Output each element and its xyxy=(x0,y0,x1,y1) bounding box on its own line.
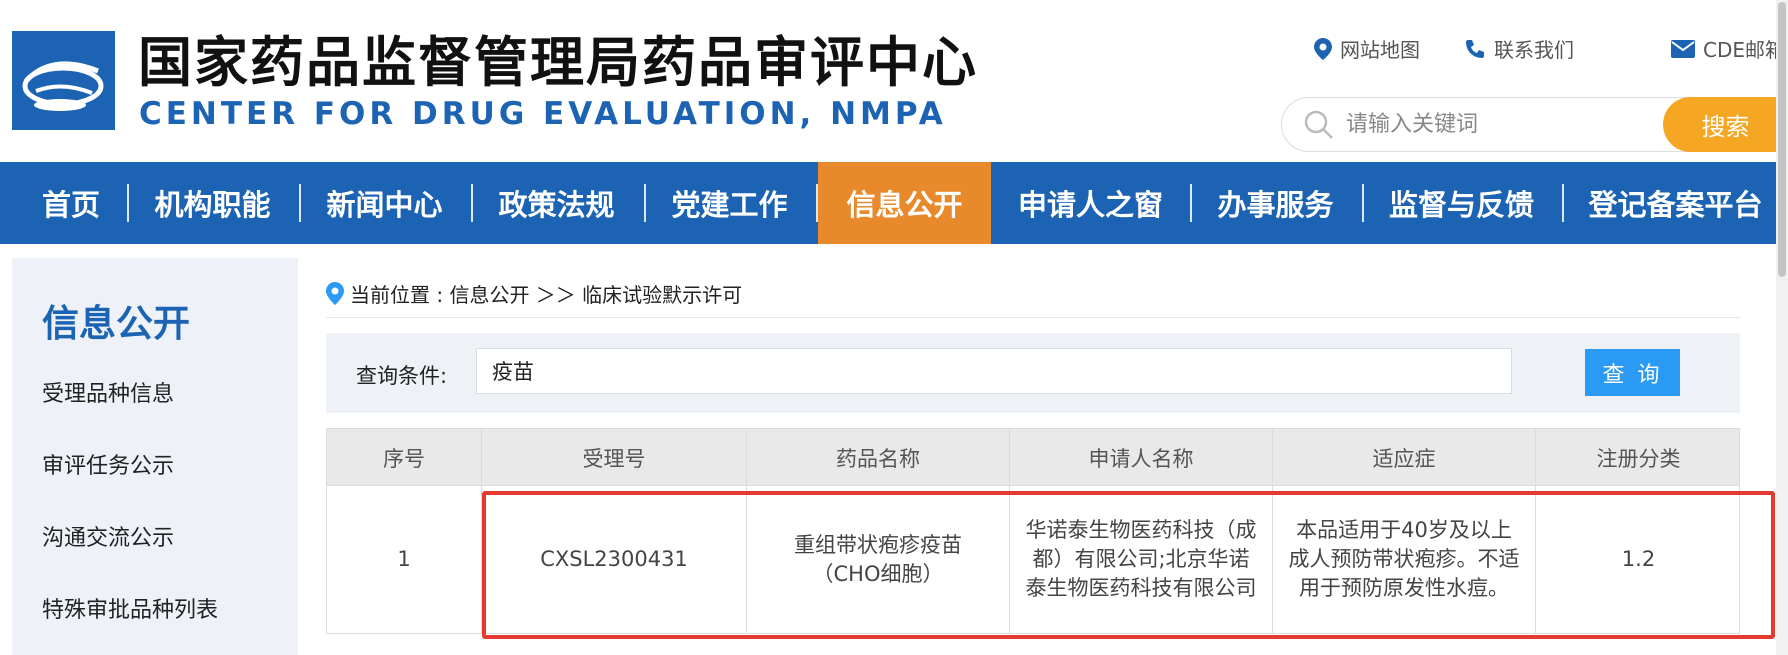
query-panel: 查询条件: 查 询 xyxy=(326,333,1740,413)
top-link-mail[interactable]: CDE邮箱 xyxy=(1671,34,1785,63)
nav-item-supervision[interactable]: 监督与反馈 xyxy=(1375,162,1548,244)
nav-divider xyxy=(644,184,646,222)
map-pin-icon xyxy=(1314,37,1332,60)
sidebar-item-communication[interactable]: 沟通交流公示 xyxy=(42,520,174,552)
sidebar-item-accepted-varieties[interactable]: 受理品种信息 xyxy=(42,376,174,408)
sidebar: 信息公开 受理品种信息 审评任务公示 沟通交流公示 特殊审批品种列表 xyxy=(12,258,298,655)
table-header: 序号 受理号 药品名称 申请人名称 适应症 注册分类 xyxy=(326,428,1741,487)
breadcrumb: 当前位置 : 信息公开 ＞＞ 临床试验默示许可 xyxy=(326,279,742,308)
nav-item-services[interactable]: 办事服务 xyxy=(1203,162,1348,244)
nav-item-policy[interactable]: 政策法规 xyxy=(484,162,629,244)
nav-divider xyxy=(299,184,301,222)
page-scrollbar[interactable] xyxy=(1776,0,1788,655)
nav-item-home[interactable]: 首页 xyxy=(20,162,122,244)
breadcrumb-text: 当前位置 : 信息公开 ＞＞ 临床试验默示许可 xyxy=(350,283,743,307)
table-cell-indication: 本品适用于40岁及以上成人预防带状疱疹。不适用于预防原发性水痘。 xyxy=(1272,486,1535,633)
site-logo[interactable] xyxy=(12,31,115,130)
sidebar-title: 信息公开 xyxy=(42,302,190,345)
nav-divider xyxy=(127,184,129,222)
search-icon xyxy=(1304,110,1333,139)
query-button[interactable]: 查 询 xyxy=(1585,349,1680,396)
table-row[interactable]: 1 CXSL2300431 重组带状疱疹疫苗（CHO细胞） 华诺泰生物医药科技（… xyxy=(326,486,1740,634)
search-button[interactable]: 搜索 xyxy=(1663,97,1788,152)
column-header-registration-class: 注册分类 xyxy=(1535,429,1741,487)
top-link-sitemap[interactable]: 网站地图 xyxy=(1314,34,1420,63)
nav-divider xyxy=(471,184,473,222)
nav-divider xyxy=(1190,184,1192,222)
sidebar-item-review-tasks[interactable]: 审评任务公示 xyxy=(42,448,174,480)
nav-item-applicant[interactable]: 申请人之窗 xyxy=(1004,162,1177,244)
nav-item-registration[interactable]: 登记备案平台 xyxy=(1575,162,1776,244)
location-pin-icon xyxy=(326,282,344,305)
column-header-accept-no: 受理号 xyxy=(481,429,746,487)
column-header-drug-name: 药品名称 xyxy=(746,429,1009,487)
nav-divider xyxy=(1562,184,1564,222)
nav-item-party[interactable]: 党建工作 xyxy=(657,162,802,244)
column-header-indication: 适应症 xyxy=(1272,429,1535,487)
top-link-contact[interactable]: 联系我们 xyxy=(1464,34,1574,63)
breadcrumb-divider xyxy=(326,317,1740,318)
table-cell-registration-class: 1.2 xyxy=(1535,486,1741,633)
nav-divider xyxy=(1362,184,1364,222)
top-link-label: 联系我们 xyxy=(1494,38,1574,62)
mail-icon xyxy=(1671,39,1695,58)
sidebar-item-special-approval[interactable]: 特殊审批品种列表 xyxy=(42,592,218,624)
top-link-label: CDE邮箱 xyxy=(1703,38,1786,62)
table-cell-applicant: 华诺泰生物医药科技（成都）有限公司;北京华诺泰生物医药科技有限公司 xyxy=(1009,486,1272,633)
table-cell-drug-name: 重组带状疱疹疫苗（CHO细胞） xyxy=(746,486,1009,633)
main-nav: 首页 机构职能 新闻中心 政策法规 党建工作 信息公开 申请人之窗 办事服务 监… xyxy=(0,162,1776,244)
nav-item-info-public[interactable]: 信息公开 xyxy=(818,162,991,244)
site-title: 国家药品监督管理局药品审评中心 xyxy=(138,31,978,94)
table-cell-accept-no[interactable]: CXSL2300431 xyxy=(481,486,746,633)
phone-icon xyxy=(1466,39,1484,58)
query-label: 查询条件: xyxy=(356,364,448,388)
top-link-label: 网站地图 xyxy=(1340,38,1420,62)
table-cell-index: 1 xyxy=(397,547,411,571)
query-input[interactable] xyxy=(476,348,1512,394)
column-header-applicant: 申请人名称 xyxy=(1009,429,1272,487)
nav-item-functions[interactable]: 机构职能 xyxy=(140,162,285,244)
nav-item-news[interactable]: 新闻中心 xyxy=(312,162,457,244)
site-subtitle: CENTER FOR DRUG EVALUATION, NMPA xyxy=(139,96,947,132)
scrollbar-thumb[interactable] xyxy=(1778,2,1786,277)
search-input[interactable] xyxy=(1344,108,1648,140)
column-header-index: 序号 xyxy=(383,447,425,471)
